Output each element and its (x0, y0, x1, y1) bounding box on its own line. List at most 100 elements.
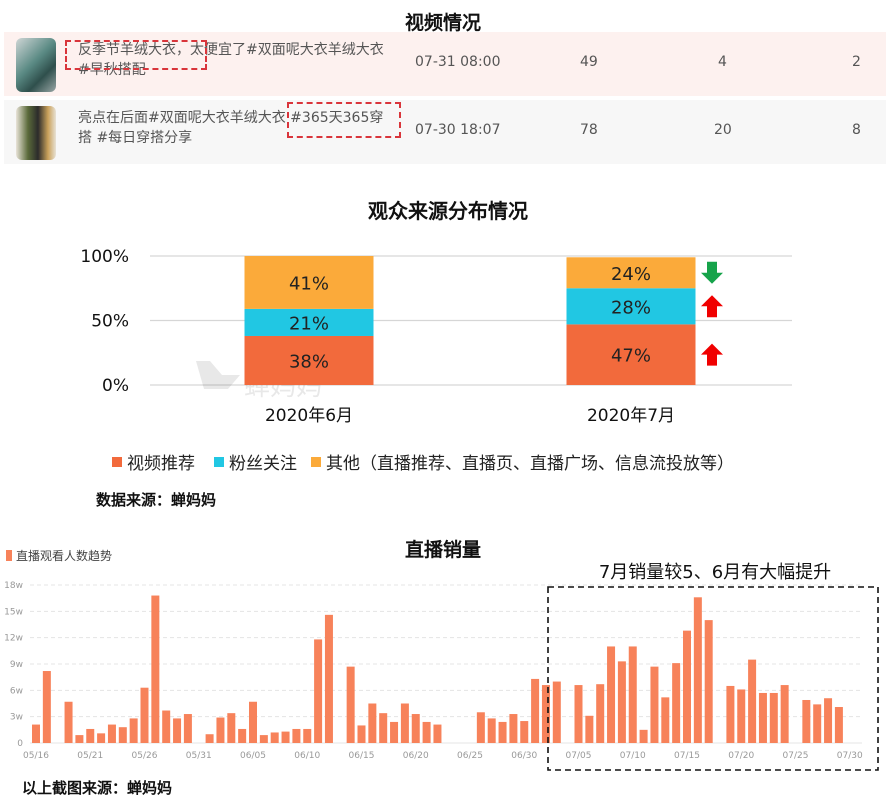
bar (813, 704, 822, 743)
video-thumbnail[interactable] (16, 38, 56, 92)
bar (552, 681, 561, 743)
bar (314, 639, 323, 743)
bar (151, 595, 160, 743)
segment-label: 28% (611, 297, 651, 318)
bar (617, 661, 626, 743)
bar (183, 714, 192, 743)
bar (42, 671, 51, 743)
bar (216, 717, 225, 743)
legend-label: 直播观看人数趋势 (16, 548, 112, 563)
bar (693, 597, 702, 743)
bar (32, 724, 40, 743)
video-stat-2: 20 (714, 122, 732, 138)
video-stat-3: 8 (852, 122, 861, 138)
x-tick-label: 07/05 (566, 751, 592, 761)
segment-label: 38% (289, 351, 329, 372)
audience-source-chart: 观众来源分布情况0%50%100%蝉妈妈38%21%41%2020年6月47%2… (80, 199, 792, 474)
x-tick-label: 07/15 (674, 751, 700, 761)
bar (270, 732, 279, 743)
bar (227, 713, 236, 743)
bar (357, 725, 366, 743)
bar (64, 701, 73, 743)
bar (574, 685, 583, 743)
video-stat-1: 49 (580, 54, 598, 70)
y-tick-label: 0 (17, 739, 23, 749)
legend-label: 视频推荐 (127, 454, 195, 474)
arrow-up-icon (701, 295, 723, 318)
bar (324, 614, 333, 743)
x-tick-label: 05/21 (77, 751, 103, 761)
bar (476, 712, 485, 743)
bar (661, 697, 670, 743)
x-tick-label: 05/16 (23, 751, 49, 761)
legend-swatch (112, 457, 122, 467)
bar (520, 721, 529, 743)
segment-label: 24% (611, 264, 651, 285)
y-tick-label: 100% (80, 247, 129, 267)
bar (531, 678, 540, 743)
x-tick-label: 06/25 (457, 751, 483, 761)
bar (780, 685, 789, 743)
legend-marker (6, 550, 12, 561)
video-stat-1: 78 (580, 122, 598, 138)
bar (824, 698, 833, 743)
bar (368, 703, 377, 743)
bar (292, 728, 301, 743)
video-stat-2: 4 (718, 54, 727, 70)
bar (411, 714, 420, 743)
y-tick-label: 0% (102, 376, 129, 396)
bar (129, 718, 138, 743)
bar (704, 620, 713, 743)
bar (303, 728, 312, 743)
arrow-up-icon (701, 343, 723, 366)
bar (97, 733, 106, 743)
video-publish-time: 07-30 18:07 (415, 122, 501, 138)
bar (758, 692, 767, 743)
bar (249, 701, 257, 743)
video-publish-time: 07-31 08:00 (415, 54, 501, 70)
bar (585, 715, 594, 743)
y-tick-label: 3w (10, 713, 23, 723)
arrow-down-icon (701, 261, 723, 284)
x-tick-label: 06/30 (511, 751, 537, 761)
bar (162, 710, 171, 743)
x-tick-label: 07/30 (837, 751, 863, 761)
bar (650, 666, 659, 743)
bar (639, 729, 648, 743)
x-tick-label: 06/20 (403, 751, 429, 761)
legend-swatch (311, 457, 321, 467)
bar (737, 689, 746, 743)
bar (86, 728, 95, 743)
highlight-box (287, 102, 401, 138)
bar (238, 728, 247, 743)
bar (672, 663, 681, 743)
y-tick-label: 50% (91, 312, 129, 332)
bar (118, 727, 127, 743)
bar (769, 692, 778, 743)
legend-label: 其他（直播推荐、直播页、直播广场、信息流投放等） (326, 454, 734, 474)
bar (498, 721, 507, 743)
x-tick-label: 06/05 (240, 751, 266, 761)
video-thumbnail[interactable] (16, 106, 56, 160)
bar (75, 735, 84, 743)
video-row[interactable]: 亮点在后面#双面呢大衣羊绒大衣 #365天365穿搭 #每日穿搭分享 07-30… (4, 100, 886, 164)
x-tick-label: 07/10 (620, 751, 646, 761)
highlight-box (65, 40, 207, 70)
segment-label: 41% (289, 273, 329, 294)
bar (281, 731, 290, 743)
legend-label: 粉丝关注 (229, 454, 297, 474)
bar (487, 718, 496, 743)
bar (259, 735, 268, 743)
bar (509, 714, 518, 743)
x-category-label: 2020年7月 (587, 406, 675, 426)
segment-label: 21% (289, 313, 329, 334)
segment-label: 47% (611, 346, 651, 367)
live-viewers-chart: 直播观看人数趋势 0 3w 6w 9w 12w 15w 18w 05/16 05/21 05/26 0… (4, 548, 879, 771)
bar (173, 718, 182, 743)
bar (346, 666, 355, 743)
bar (683, 630, 691, 743)
x-category-label: 2020年6月 (265, 406, 353, 426)
legend-swatch (214, 457, 224, 467)
x-tick-label: 07/25 (783, 751, 809, 761)
bar (390, 721, 399, 743)
